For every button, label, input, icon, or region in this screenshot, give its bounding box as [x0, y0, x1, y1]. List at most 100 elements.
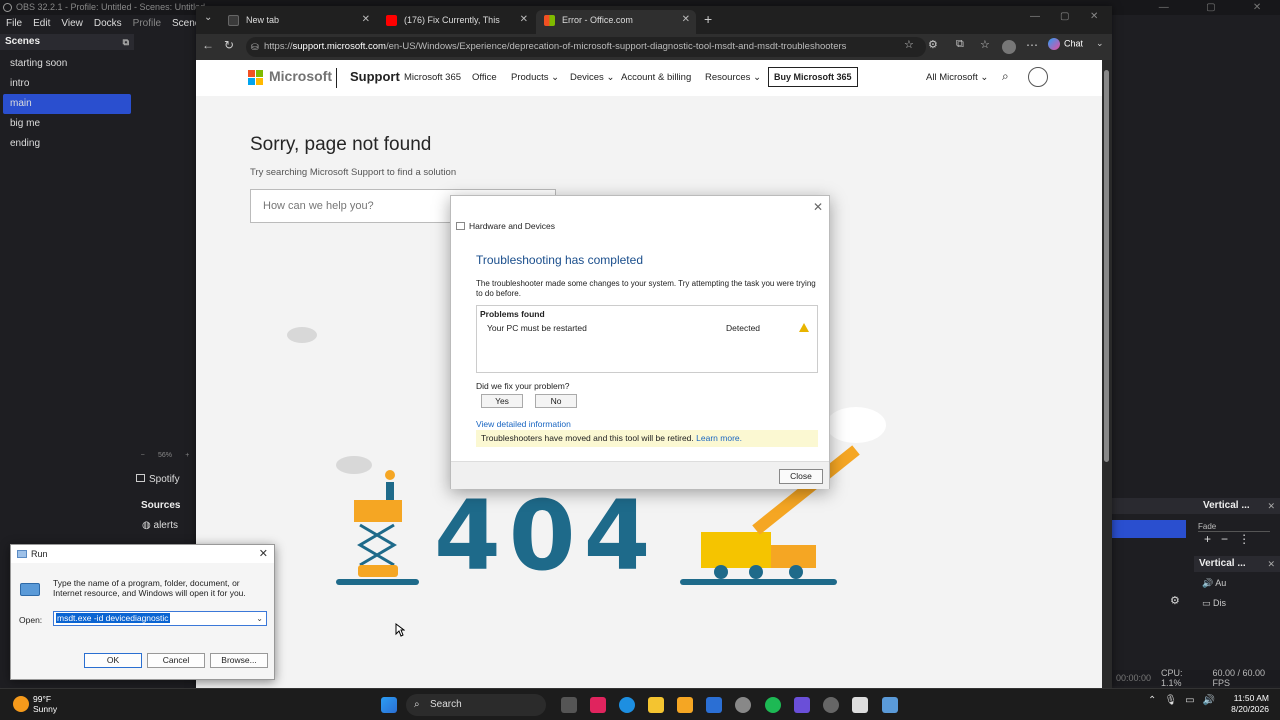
cancel-button[interactable]: Cancel: [147, 653, 205, 668]
tray-overflow-icon[interactable]: ⌃: [1148, 695, 1156, 706]
tab-new-tab[interactable]: New tab ✕: [220, 10, 376, 34]
all-microsoft-menu[interactable]: All Microsoft ⌄: [926, 72, 988, 83]
close-icon[interactable]: ✕: [1253, 0, 1261, 15]
close-icon[interactable]: ✕: [1267, 498, 1275, 514]
menu-file[interactable]: File: [6, 16, 22, 32]
nav-office[interactable]: Office: [472, 72, 497, 83]
scissor-lift: [357, 523, 397, 567]
audio-item[interactable]: ▭ Dis: [1202, 598, 1226, 609]
remove-icon[interactable]: −: [1221, 532, 1228, 546]
menu-docks[interactable]: Docks: [94, 16, 122, 32]
volume-icon[interactable]: 🔊: [1203, 695, 1215, 706]
chevron-down-icon[interactable]: ⌄: [1096, 38, 1104, 49]
tab-actions-icon[interactable]: ⌄: [204, 12, 212, 23]
zoom-out-icon[interactable]: −: [141, 452, 145, 464]
close-tab-icon[interactable]: ✕: [362, 10, 370, 30]
nav-microsoft-365[interactable]: Microsoft 365: [404, 72, 461, 83]
spotify-icon[interactable]: [765, 697, 781, 713]
nav-resources[interactable]: Resources ⌄: [705, 72, 761, 83]
task-view-icon[interactable]: [561, 697, 577, 713]
microsoft-wordmark[interactable]: Microsoft: [269, 68, 332, 84]
more-icon[interactable]: ⋮: [1238, 532, 1250, 546]
copilot-chat-button[interactable]: Chat: [1048, 38, 1083, 50]
minimize-icon[interactable]: —: [1030, 11, 1040, 22]
run-command-input[interactable]: msdt.exe -id devicediagnostic ⌄: [53, 611, 267, 626]
search-icon[interactable]: ⌕: [1002, 69, 1009, 84]
split-screen-icon[interactable]: ⧉: [956, 38, 964, 51]
scene-item[interactable]: ending: [3, 134, 131, 154]
view-details-link[interactable]: View detailed information: [476, 419, 571, 429]
favorites-icon[interactable]: ☆: [980, 38, 990, 51]
troubleshooter-icon[interactable]: [852, 697, 868, 713]
transition-select[interactable]: Fade: [1198, 522, 1270, 532]
zoom-in-icon[interactable]: +: [185, 452, 189, 464]
nav-devices[interactable]: Devices ⌄: [570, 72, 614, 83]
close-icon[interactable]: ✕: [1090, 11, 1098, 22]
favorite-star-icon[interactable]: ☆: [904, 38, 914, 51]
microphone-icon[interactable]: 🎙: [1164, 695, 1177, 706]
tab-youtube[interactable]: (176) Fix Currently, This Hardware ✕: [378, 10, 534, 45]
obs-icon[interactable]: [823, 697, 839, 713]
close-tab-icon[interactable]: ✕: [520, 10, 528, 30]
clock[interactable]: 11:50 AM 8/20/2026: [1225, 693, 1269, 715]
support-link[interactable]: Support: [350, 69, 400, 84]
browse-button[interactable]: Browse...: [210, 653, 268, 668]
dock-float-icon[interactable]: ⧉: [123, 34, 129, 50]
minimize-icon[interactable]: —: [1159, 0, 1169, 15]
vertical-scene-active[interactable]: [1112, 520, 1186, 538]
source-item[interactable]: ◍ alerts: [136, 514, 196, 531]
scene-item[interactable]: big me: [3, 114, 131, 134]
close-icon[interactable]: ✕: [1267, 556, 1275, 572]
spotify-source-row[interactable]: Spotify: [136, 470, 196, 490]
tab-office-error[interactable]: Error - Office.com ✕: [536, 10, 696, 34]
new-tab-icon[interactable]: +: [704, 11, 712, 27]
scrollbar-thumb[interactable]: [1104, 70, 1109, 462]
refresh-icon[interactable]: ↻: [224, 38, 234, 52]
scene-item[interactable]: starting soon: [3, 54, 131, 74]
url-field[interactable]: ⛁ https://support.microsoft.com/en-US/Wi…: [246, 37, 926, 57]
close-icon[interactable]: ✕: [813, 200, 823, 214]
maximize-icon[interactable]: ▢: [1060, 11, 1069, 22]
menu-profile[interactable]: Profile: [133, 16, 161, 32]
yes-button[interactable]: Yes: [481, 394, 523, 408]
close-icon[interactable]: ✕: [259, 547, 268, 560]
menu-view[interactable]: View: [61, 16, 83, 32]
scene-item-active[interactable]: main: [3, 94, 131, 114]
audio-item[interactable]: 🔊 Au: [1202, 578, 1226, 589]
edge-icon[interactable]: [619, 697, 635, 713]
close-button[interactable]: Close: [779, 469, 823, 484]
taskbar-search[interactable]: ⌕ Search: [406, 694, 546, 716]
weather-widget[interactable]: 99°F Sunny: [33, 694, 57, 714]
no-button[interactable]: No: [535, 394, 577, 408]
file-explorer-icon[interactable]: [648, 697, 664, 713]
account-icon[interactable]: [1028, 67, 1048, 87]
chevron-down-icon[interactable]: ⌄: [256, 612, 263, 625]
microsoft-logo-icon[interactable]: [248, 70, 264, 86]
learn-more-link[interactable]: Learn more.: [696, 433, 742, 443]
store-icon[interactable]: [706, 697, 722, 713]
weather-sun-icon[interactable]: [13, 696, 29, 712]
tiktok-icon[interactable]: [590, 697, 606, 713]
extensions-icon[interactable]: ⚙: [928, 38, 938, 51]
buy-microsoft-365-button[interactable]: Buy Microsoft 365: [768, 67, 858, 87]
open-label: Open:: [19, 615, 43, 625]
nav-products[interactable]: Products ⌄: [511, 72, 559, 83]
notes-icon[interactable]: [677, 697, 693, 713]
profile-avatar[interactable]: [1002, 40, 1016, 54]
app-grid-icon[interactable]: [794, 697, 810, 713]
steam-icon[interactable]: [735, 697, 751, 713]
add-icon[interactable]: +: [1204, 532, 1211, 546]
ok-button[interactable]: OK: [84, 653, 142, 668]
start-icon[interactable]: [381, 697, 397, 713]
back-icon[interactable]: ←: [202, 38, 214, 52]
gear-icon[interactable]: ⚙: [1170, 594, 1180, 607]
scene-item[interactable]: intro: [3, 74, 131, 94]
page-scrollbar[interactable]: [1102, 60, 1112, 688]
close-tab-icon[interactable]: ✕: [682, 10, 690, 30]
more-icon[interactable]: ⋯: [1026, 38, 1038, 52]
menu-edit[interactable]: Edit: [33, 16, 50, 32]
run-icon[interactable]: [882, 697, 898, 713]
display-icon[interactable]: ▭: [1185, 695, 1194, 706]
maximize-icon[interactable]: ▢: [1206, 0, 1215, 15]
nav-account-billing[interactable]: Account & billing: [621, 72, 691, 83]
